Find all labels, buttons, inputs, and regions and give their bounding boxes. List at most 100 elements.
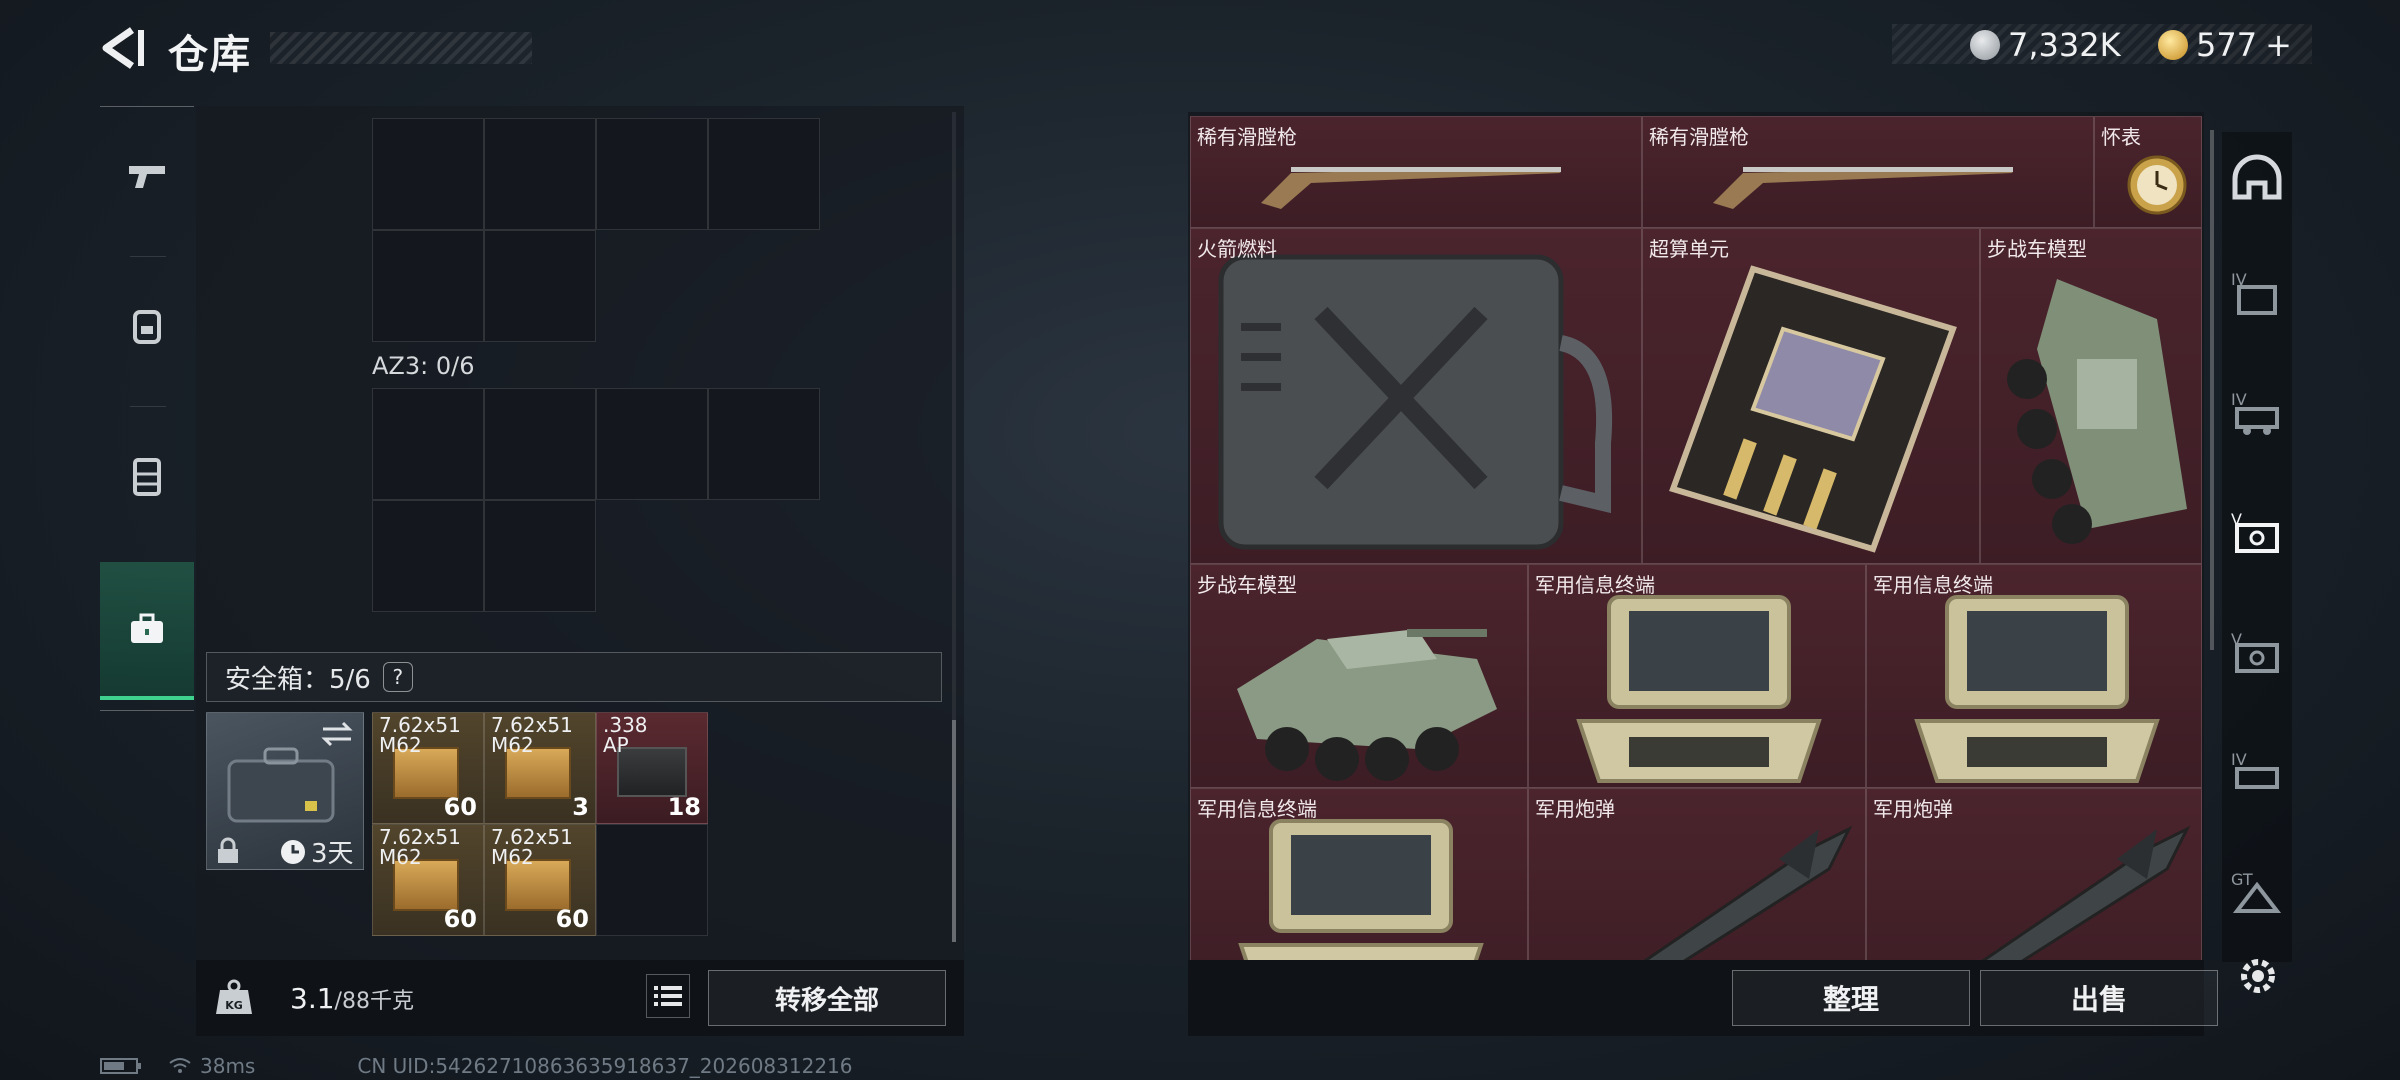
swap-icon[interactable] [319,719,355,749]
add-currency-icon[interactable]: + [2265,26,2292,64]
stash-tab-all[interactable] [2222,134,2292,224]
nav-vest[interactable] [100,406,194,546]
nav-backpack[interactable] [100,256,194,396]
page-title: 仓库 [168,32,252,78]
stash-scrollbar[interactable] [2210,130,2214,650]
grid-slot[interactable] [708,388,820,500]
safe-case-slot[interactable]: 3天 [206,712,364,870]
clock-icon [281,839,305,864]
weight-display: 3.1/88千克 [290,982,414,1015]
item-name: 军用信息终端 [1197,797,1317,821]
ammo-count: 60 [443,793,477,821]
vest-icon [133,458,161,496]
grid-slot[interactable] [484,230,596,342]
list-view-button[interactable] [646,974,690,1018]
help-button[interactable]: ? [382,662,413,692]
item-military-terminal[interactable]: 军用信息终端 [1866,564,2202,788]
musket-icon [1261,167,1561,209]
svg-text:IV: IV [2231,750,2247,769]
item-name: 稀有滑膛枪 [1197,125,1297,149]
silver-coin-icon [1970,30,2000,60]
item-name: 军用信息终端 [1535,573,1655,597]
item-supercomputer-unit[interactable]: 超算单元 [1642,228,1980,564]
item-military-terminal[interactable]: 军用信息终端 [1528,564,1866,788]
weight-kg-icon: KG [216,979,252,1014]
silver-currency: 7,332K [1970,26,2121,64]
tier-iv-folder-icon: IV [2231,270,2277,315]
item-name: 超算单元 [1649,237,1729,261]
terminal-icon [1576,595,1822,783]
item-musket[interactable]: 稀有滑膛枪 [1190,116,1642,228]
stash-tab-gt[interactable]: GT [2222,848,2292,938]
nav-weapons[interactable] [100,106,194,246]
title-decoration [270,32,532,64]
svg-text:GT: GT [2231,870,2253,889]
nav-safe-box-active[interactable] [100,562,194,700]
terminal-icon [1238,819,1484,960]
tier-v-tech-icon: V [2231,630,2279,673]
item-name: 步战车模型 [1987,237,2087,261]
backpack-icon [133,310,161,344]
settings-gear-icon[interactable] [2234,952,2282,1000]
ammo-label: 7.62x51 M62 [379,825,461,869]
grid-slot[interactable] [372,230,484,342]
item-ifv-model[interactable]: 步战车模型 [1190,564,1528,788]
ammo-item[interactable]: 7.62x51 M62 60 [372,712,484,824]
battery-icon [100,1058,141,1074]
item-name: 军用信息终端 [1873,573,1993,597]
stash-tab-iv-files[interactable]: IV [2222,248,2292,338]
grid-slot[interactable] [372,500,484,612]
item-name: 火箭燃料 [1197,237,1277,261]
ammo-item[interactable]: 7.62x51 M62 60 [484,824,596,936]
svg-text:IV: IV [2231,390,2247,409]
left-scroll-thumb[interactable] [952,720,956,942]
weight-value: 3.1 [290,982,335,1015]
grid-slot[interactable] [372,118,484,230]
item-pocket-watch[interactable]: 怀表 [2094,116,2202,228]
stash-tab-v-tech[interactable]: V [2222,608,2292,698]
tier-iv-vehicle-icon: IV [2231,750,2279,789]
grid-slot[interactable] [596,824,708,936]
item-name: 怀表 [2101,125,2141,149]
grid-slot[interactable] [596,118,708,230]
grid-slot[interactable] [372,388,484,500]
item-military-shell[interactable]: 军用炮弹 [1866,788,2202,960]
stash-item-grid: 稀有滑膛枪 稀有滑膛枪 怀表 火箭燃料 超算单元 步战车模型 步战车模型 军用信… [1190,116,2202,960]
ifv-model-icon [1237,629,1497,781]
ammo-label: 7.62x51 M62 [491,825,573,869]
transfer-all-button[interactable]: 转移全部 [708,970,946,1026]
item-military-shell[interactable]: 军用炮弹 [1528,788,1866,960]
fuel-can-icon [1218,254,1613,550]
gold-amount: 577 [2196,26,2258,64]
shell-icon [1981,825,2191,960]
sort-button[interactable]: 整理 [1732,970,1970,1026]
grid-slot[interactable] [708,118,820,230]
ammo-item[interactable]: .338 AP 18 [596,712,708,824]
grid-slot[interactable] [596,388,708,500]
ammo-count: 3 [572,793,589,821]
timer-text: 3天 [311,839,354,869]
item-rocket-fuel[interactable]: 火箭燃料 [1190,228,1642,564]
item-ifv-model[interactable]: 步战车模型 [1980,228,2202,564]
grid-slot[interactable] [484,118,596,230]
back-arrow-icon[interactable] [96,24,152,72]
grid-slot[interactable] [484,500,596,612]
lock-icon [218,837,238,863]
gold-currency[interactable]: 577 + [2158,26,2292,64]
wifi-icon [169,1058,191,1073]
grid-slot[interactable] [484,388,596,500]
ping: 38ms [200,1054,256,1078]
item-musket[interactable]: 稀有滑膛枪 [1642,116,2094,228]
weight-capacity: /88千克 [334,989,414,1014]
terminal-icon [1914,595,2160,783]
item-military-terminal[interactable]: 军用信息终端 [1190,788,1528,960]
stash-tab-v-tech-active[interactable]: V [2222,488,2292,578]
safe-case-icon [227,747,335,823]
ammo-item[interactable]: 7.62x51 M62 3 [484,712,596,824]
tier-v-tech-icon: V [2231,510,2279,553]
ammo-count: 18 [667,793,701,821]
stash-tab-iv-vehicle[interactable]: IV [2222,728,2292,818]
stash-tab-iv-vehicle[interactable]: IV [2222,368,2292,458]
sell-button[interactable]: 出售 [1980,970,2218,1026]
ammo-item[interactable]: 7.62x51 M62 60 [372,824,484,936]
